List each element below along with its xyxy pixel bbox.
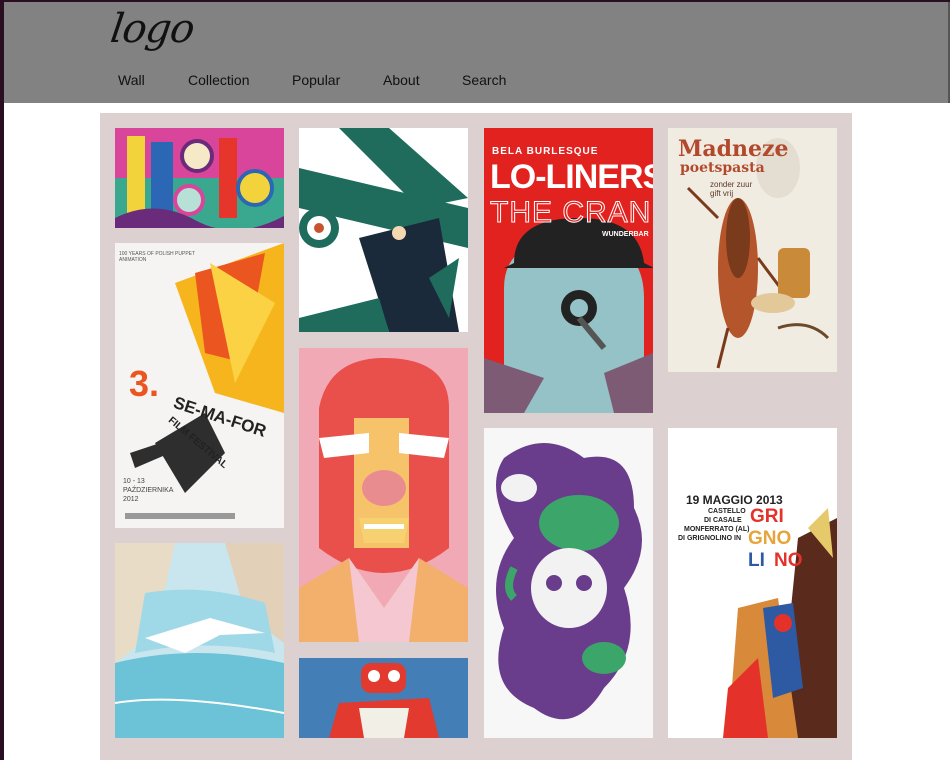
grignolino-line3: MONFERRATO (AL)	[684, 526, 750, 533]
madneze-title: Madneze	[678, 136, 789, 162]
site-header: logo Wall Collection Popular About Searc…	[4, 2, 950, 103]
poster-lo-liners[interactable]: BELA BURLESQUE LO-LINERS THE CRANK WUNDE…	[484, 128, 653, 413]
biplane-art	[299, 128, 468, 332]
se-ma-for-dates: 10 - 13 PAŹDZIERNIKA 2012	[123, 478, 174, 503]
poster-waterfall[interactable]	[115, 543, 284, 738]
madneze-tagline: zonder zuur gift vrij	[710, 180, 753, 198]
poster-robot[interactable]	[299, 658, 468, 738]
window-left-edge	[0, 0, 4, 760]
madneze-subtitle: poetspasta	[680, 160, 765, 176]
nav-search[interactable]: Search	[462, 72, 506, 88]
face-portrait-art	[299, 348, 468, 642]
poster-grignolino[interactable]: 19 MAGGIO 2013 CASTELLO DI CASALE MONFER…	[668, 428, 837, 738]
waterfall-art	[115, 543, 284, 738]
poster-wall: 100 YEARS OF POLISH PUPPET ANIMATION 3. …	[100, 113, 852, 760]
poster-se-ma-for[interactable]: 100 YEARS OF POLISH PUPPET ANIMATION 3. …	[115, 243, 284, 528]
poster-typography[interactable]	[115, 128, 284, 228]
graffiti-art	[484, 428, 653, 738]
nav-wall[interactable]: Wall	[118, 72, 145, 88]
se-ma-for-header: 100 YEARS OF POLISH PUPPET ANIMATION	[119, 251, 195, 263]
grignolino-line4: DI GRIGNOLINO IN	[678, 535, 741, 542]
grignolino-title-b: GNO	[748, 528, 792, 549]
se-ma-for-number: 3.	[129, 363, 160, 404]
poster-face-portrait[interactable]	[299, 348, 468, 642]
nav-collection[interactable]: Collection	[188, 72, 249, 88]
grignolino-line2: DI CASALE	[704, 517, 742, 524]
site-logo[interactable]: logo	[108, 6, 197, 52]
nav-about[interactable]: About	[383, 72, 420, 88]
grignolino-date: 19 MAGGIO 2013	[686, 493, 783, 507]
poster-biplane[interactable]	[299, 128, 468, 332]
lo-liners-subtitle: THE CRANK	[489, 196, 653, 230]
grignolino-title-c: LI	[748, 550, 765, 571]
typography-art	[115, 128, 284, 228]
grignolino-title-d: NO	[774, 550, 803, 571]
poster-madneze[interactable]: Madneze poetspasta zonder zuur gift vrij	[668, 128, 837, 372]
nav-popular[interactable]: Popular	[292, 72, 340, 88]
grignolino-art	[668, 428, 837, 738]
grignolino-title-a: GRI	[750, 506, 784, 527]
robot-art	[299, 658, 468, 738]
lo-liners-band: BELA BURLESQUE	[492, 146, 599, 157]
grignolino-line1: CASTELLO	[708, 508, 746, 515]
lo-liners-venue: WUNDERBAR	[602, 231, 649, 238]
main-nav: Wall Collection Popular About Search	[4, 72, 948, 92]
lo-liners-title: LO-LINERS	[490, 158, 653, 196]
poster-graffiti[interactable]	[484, 428, 653, 738]
